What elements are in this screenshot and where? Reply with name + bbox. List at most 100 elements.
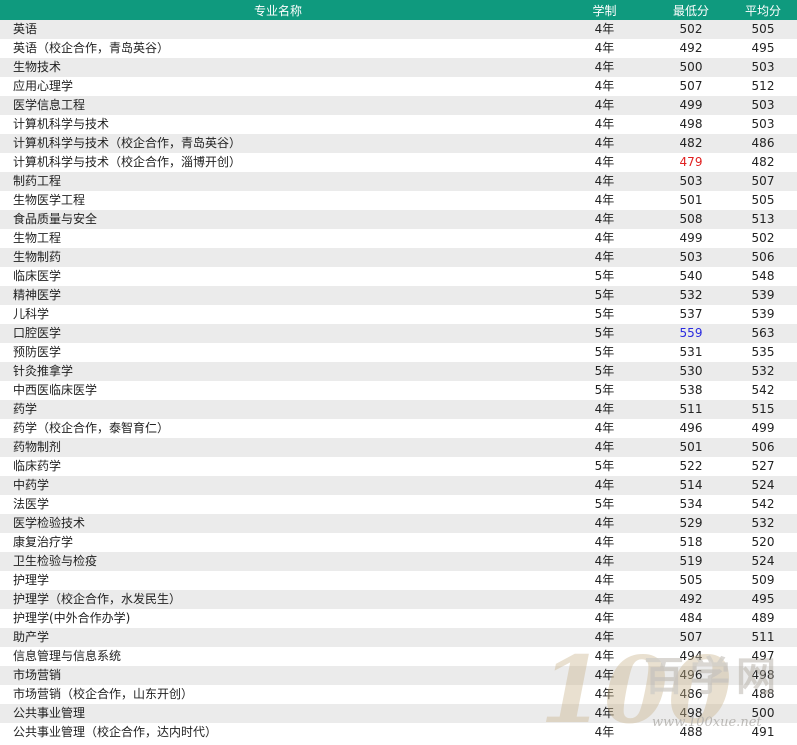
avg-score-cell: 507 [751,174,775,188]
table-row: 中药学 4年 514 524 [0,476,797,495]
major-name-cell: 生物技术 [13,60,62,74]
min-score-cell: 529 [679,516,703,530]
major-name-cell: 计算机科学与技术（校企合作，淄博开创） [13,155,242,169]
table-row: 计算机科学与技术（校企合作，青岛英谷） 4年 482 486 [0,134,797,153]
header-min-score: 最低分 [672,3,709,18]
avg-score-cell: 532 [751,516,775,530]
avg-score-cell: 505 [751,22,775,36]
major-name-cell: 护理学(中外合作办学) [13,611,131,625]
table-row: 卫生检验与检疫 4年 519 524 [0,552,797,571]
table-row: 公共事业管理 4年 498 500 [0,704,797,723]
years-cell: 4年 [594,155,615,169]
min-score-cell: 507 [679,79,703,93]
table-row: 助产学 4年 507 511 [0,628,797,647]
major-name-cell: 护理学（校企合作，水发民生） [13,592,182,606]
years-cell: 4年 [594,516,615,530]
avg-score-cell: 497 [751,649,775,663]
years-cell: 4年 [594,421,615,435]
table-row: 儿科学 5年 537 539 [0,305,797,324]
major-name-cell: 药学 [13,402,38,416]
min-score-cell: 518 [679,535,703,549]
years-cell: 4年 [594,79,615,93]
avg-score-cell: 488 [751,687,775,701]
avg-score-cell: 495 [751,41,775,55]
table-row: 口腔医学 5年 559 563 [0,324,797,343]
major-name-cell: 针灸推拿学 [13,364,74,378]
years-cell: 4年 [594,136,615,150]
major-name-cell: 康复治疗学 [13,535,74,549]
years-cell: 4年 [594,478,615,492]
table-row: 应用心理学 4年 507 512 [0,77,797,96]
min-score-cell: 514 [679,478,703,492]
table-row: 生物医学工程 4年 501 505 [0,191,797,210]
years-cell: 5年 [594,307,615,321]
avg-score-cell: 486 [751,136,775,150]
avg-score-cell: 505 [751,193,775,207]
table-row: 制药工程 4年 503 507 [0,172,797,191]
major-name-cell: 预防医学 [13,345,62,359]
avg-score-cell: 532 [751,364,775,378]
table-row: 英语 4年 502 505 [0,20,797,39]
table-row: 计算机科学与技术 4年 498 503 [0,115,797,134]
years-cell: 4年 [594,174,615,188]
major-name-cell: 医学信息工程 [13,98,86,112]
avg-score-cell: 506 [751,250,775,264]
major-name-cell: 公共事业管理（校企合作，达内时代） [13,725,218,739]
min-score-cell: 540 [679,269,703,283]
years-cell: 5年 [594,383,615,397]
years-cell: 4年 [594,630,615,644]
years-cell: 4年 [594,117,615,131]
admission-score-table: 专业名称 学制 最低分 平均分 英语 4年 502 505 英语（校企合作，青岛英谷） 4… [0,0,797,742]
min-score-cell: 488 [679,725,703,739]
table-row: 生物工程 4年 499 502 [0,229,797,248]
min-score-cell: 519 [679,554,703,568]
years-cell: 4年 [594,706,615,720]
table-row: 护理学 4年 505 509 [0,571,797,590]
years-cell: 4年 [594,440,615,454]
min-score-cell: 559 [679,326,703,340]
avg-score-cell: 520 [751,535,775,549]
years-cell: 5年 [594,459,615,473]
major-name-cell: 口腔医学 [13,326,62,340]
years-cell: 5年 [594,326,615,340]
avg-score-cell: 542 [751,383,775,397]
years-cell: 5年 [594,269,615,283]
min-score-cell: 501 [679,440,703,454]
table-row: 生物制药 4年 503 506 [0,248,797,267]
major-name-cell: 计算机科学与技术 [13,117,110,131]
avg-score-cell: 535 [751,345,775,359]
major-name-cell: 生物制药 [13,250,62,264]
min-score-cell: 496 [679,421,703,435]
avg-score-cell: 491 [751,725,775,739]
major-name-cell: 临床医学 [13,269,62,283]
table-row: 信息管理与信息系统 4年 494 497 [0,647,797,666]
table-row: 药学 4年 511 515 [0,400,797,419]
min-score-cell: 507 [679,630,703,644]
min-score-cell: 534 [679,497,703,511]
table-row: 针灸推拿学 5年 530 532 [0,362,797,381]
table-row: 药物制剂 4年 501 506 [0,438,797,457]
major-name-cell: 生物医学工程 [13,193,86,207]
table-row: 临床医学 5年 540 548 [0,267,797,286]
years-cell: 4年 [594,535,615,549]
min-score-cell: 538 [679,383,703,397]
years-cell: 5年 [594,364,615,378]
major-name-cell: 英语 [13,22,38,36]
years-cell: 4年 [594,611,615,625]
avg-score-cell: 515 [751,402,775,416]
table-row: 精神医学 5年 532 539 [0,286,797,305]
years-cell: 4年 [594,573,615,587]
years-cell: 4年 [594,668,615,682]
avg-score-cell: 509 [751,573,775,587]
avg-score-cell: 563 [751,326,775,340]
table-row: 食品质量与安全 4年 508 513 [0,210,797,229]
major-name-cell: 生物工程 [13,231,62,245]
years-cell: 4年 [594,687,615,701]
avg-score-cell: 495 [751,592,775,606]
table-row: 市场营销（校企合作，山东开创） 4年 486 488 [0,685,797,704]
table-row: 中西医临床医学 5年 538 542 [0,381,797,400]
major-name-cell: 法医学 [13,497,50,511]
years-cell: 5年 [594,497,615,511]
min-score-cell: 498 [679,117,703,131]
avg-score-cell: 527 [751,459,775,473]
